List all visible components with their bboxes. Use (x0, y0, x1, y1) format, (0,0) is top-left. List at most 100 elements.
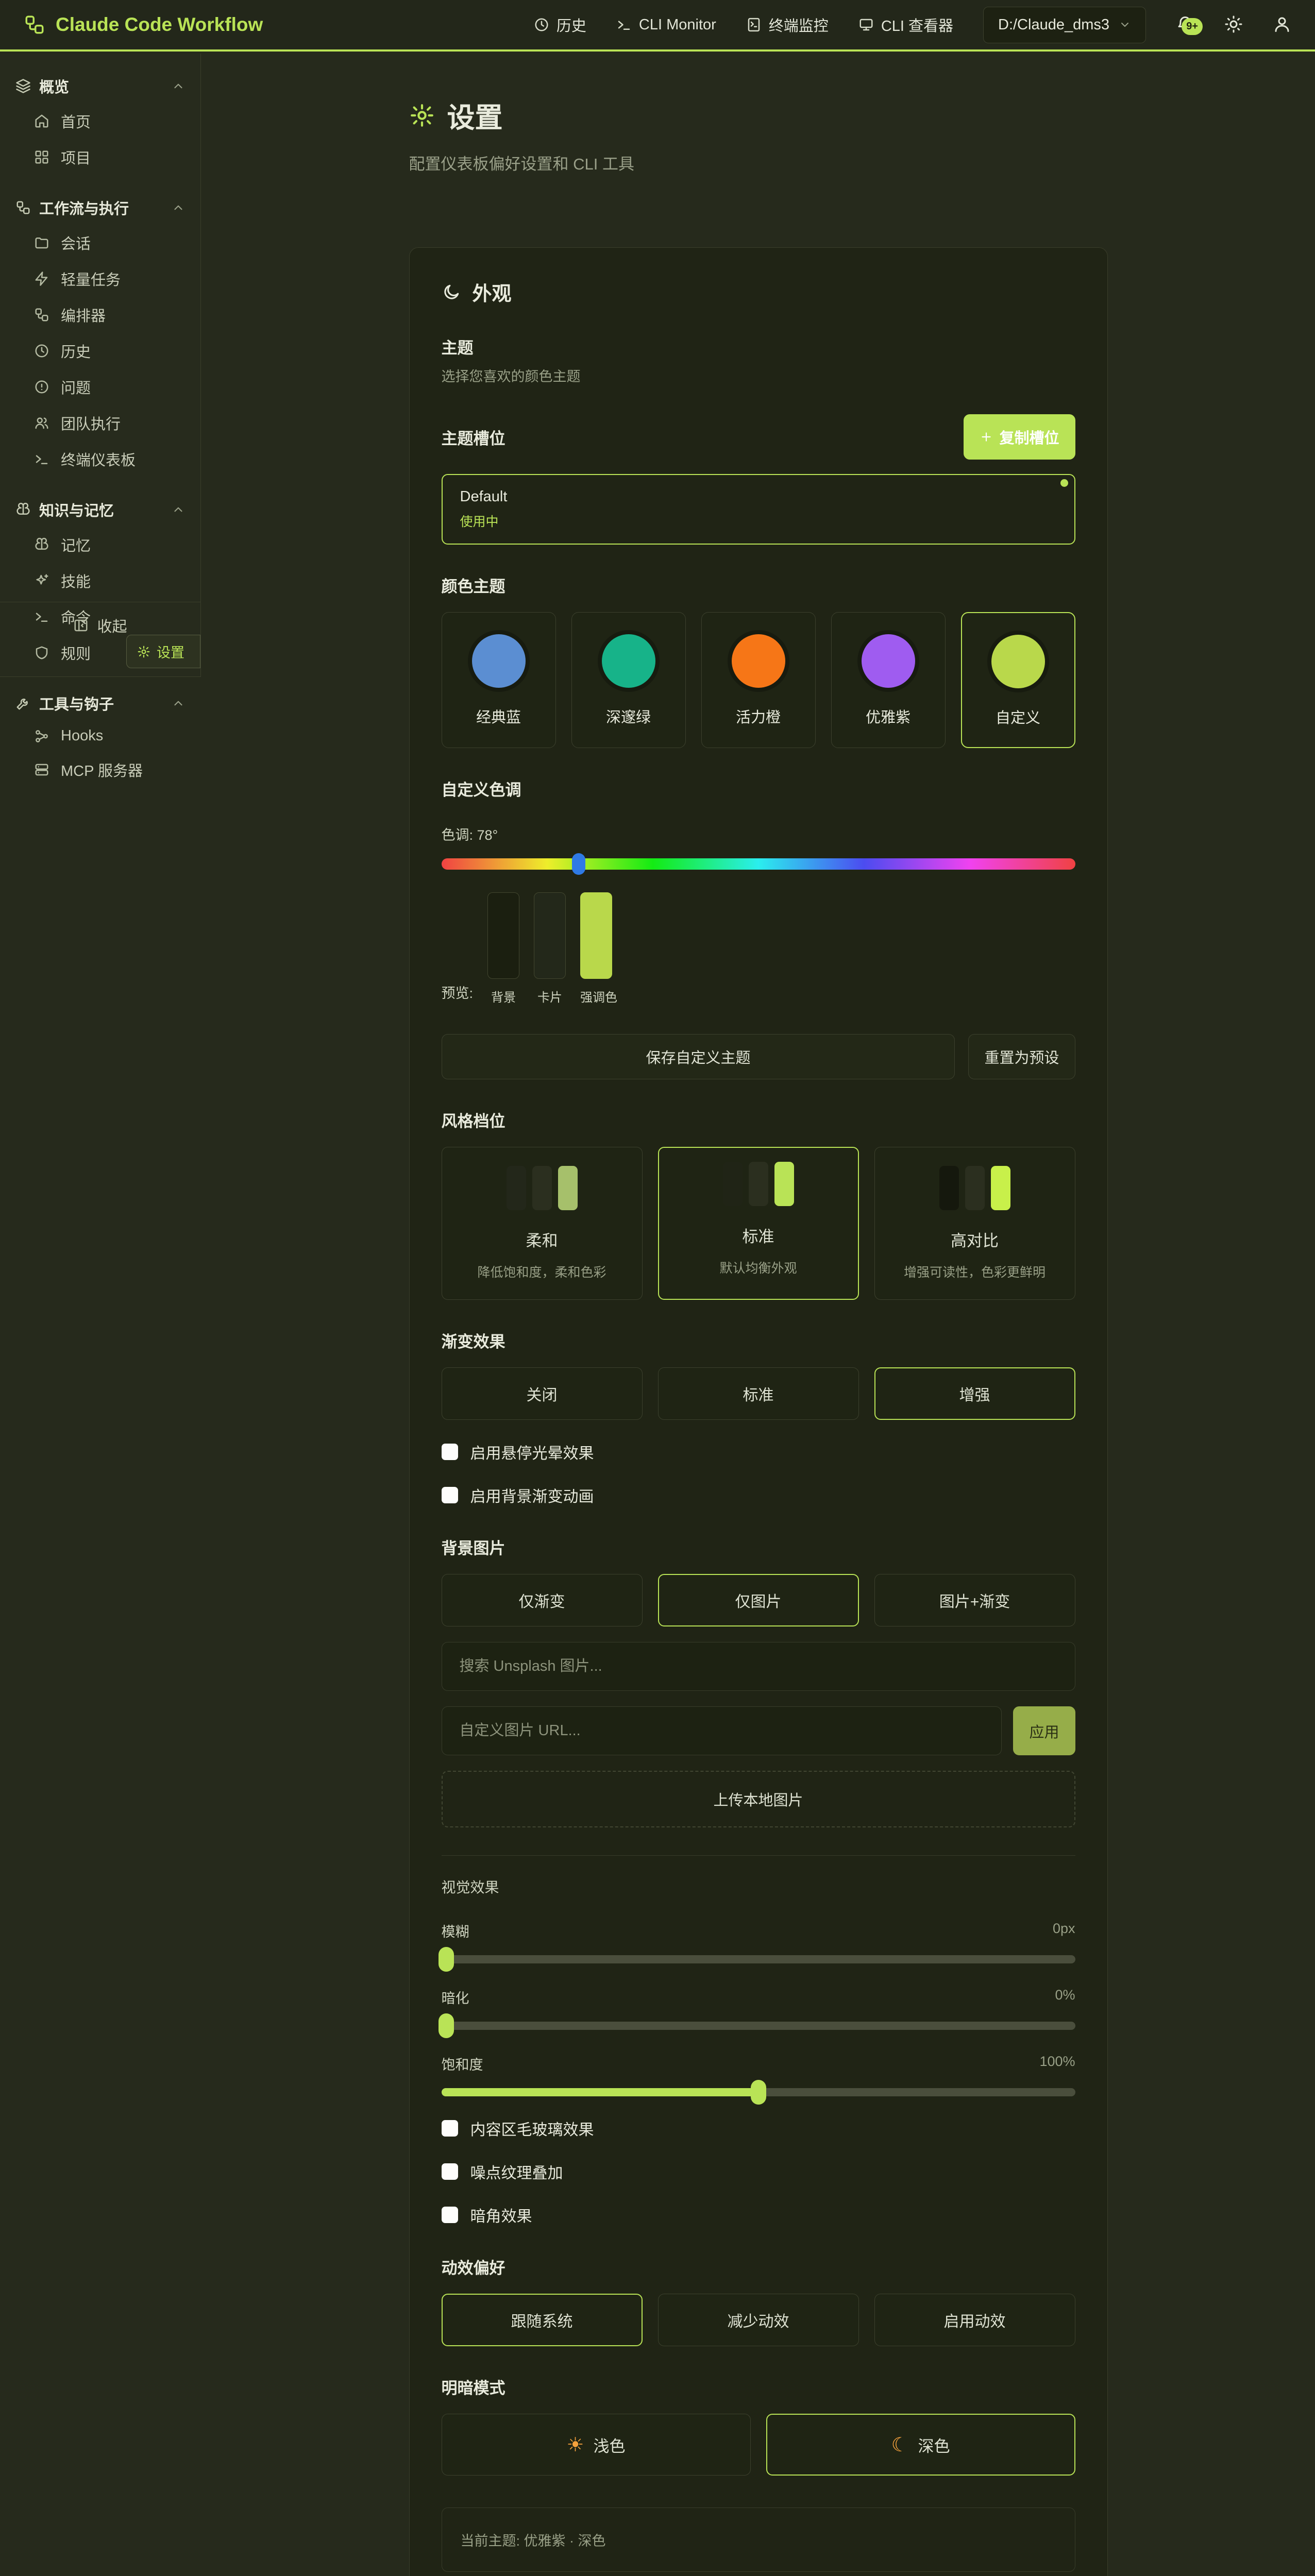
plus-icon (980, 430, 993, 444)
notification-badge: 9+ (1182, 18, 1203, 35)
saturation-slider[interactable] (442, 2088, 1075, 2096)
sidebar-item-terminal-dashboard[interactable]: 终端仪表板 (11, 441, 189, 477)
users-icon (34, 415, 49, 431)
nav-history[interactable]: 历史 (534, 14, 586, 36)
sidebar-item-orchestrator[interactable]: 编排器 (11, 297, 189, 333)
project-selector[interactable]: D:/Claude_dms3 (983, 7, 1146, 43)
palette-custom[interactable]: 自定义 (961, 612, 1075, 748)
page-title: 设置 (409, 95, 1108, 135)
sidebar-group-knowledge[interactable]: 知识与记忆 (11, 493, 189, 527)
sidebar-item-sessions[interactable]: 会话 (11, 225, 189, 261)
custom-url-input[interactable] (442, 1706, 1002, 1755)
sidebar-item-home[interactable]: 首页 (11, 103, 189, 139)
preview-swatch-bg: 背景 (487, 892, 519, 1005)
sidebar-group-tools[interactable]: 工具与钩子 (11, 686, 189, 720)
noise-texture-checkbox-row[interactable]: 噪点纹理叠加 (442, 2160, 1075, 2183)
copy-slot-button[interactable]: 复制槽位 (964, 414, 1075, 460)
sidebar-item-team-exec[interactable]: 团队执行 (11, 405, 189, 441)
blur-slider[interactable] (442, 1955, 1075, 1963)
dark-mode-option[interactable]: ☾ 深色 (766, 2414, 1075, 2476)
hue-slider[interactable] (442, 858, 1075, 870)
sidebar-item-history[interactable]: 历史 (11, 333, 189, 369)
nav-cli-viewer[interactable]: CLI 查看器 (858, 14, 953, 36)
sidebar-item-skills[interactable]: 技能 (11, 563, 189, 599)
hue-slider-thumb[interactable] (572, 853, 585, 875)
save-custom-theme-button[interactable]: 保存自定义主题 (442, 1034, 955, 1079)
bg-animation-checkbox-row[interactable]: 启用背景渐变动画 (442, 1484, 1075, 1506)
saturation-label: 饱和度 (442, 2054, 483, 2074)
darken-label: 暗化 (442, 1987, 469, 2007)
apply-url-button[interactable]: 应用 (1013, 1706, 1075, 1755)
sidebar-item-hooks[interactable]: Hooks (11, 720, 189, 752)
clock-icon (534, 17, 549, 32)
sidebar-collapse-button[interactable]: 收起 (0, 602, 200, 636)
glass-effect-checkbox-row[interactable]: 内容区毛玻璃效果 (442, 2117, 1075, 2140)
workflow-logo-icon (24, 14, 45, 36)
sidebar-item-settings-active[interactable]: 设置 (126, 635, 200, 668)
theme-slot-box[interactable]: Default 使用中 (442, 474, 1075, 545)
checkbox-unchecked[interactable] (442, 1444, 458, 1460)
bg-gradient-only-option[interactable]: 仅渐变 (442, 1574, 643, 1626)
reset-preset-button[interactable]: 重置为预设 (968, 1034, 1075, 1079)
vignette-checkbox-row[interactable]: 暗角效果 (442, 2204, 1075, 2226)
slot-resize-handle[interactable] (1060, 479, 1068, 487)
palette-classic-blue[interactable]: 经典蓝 (442, 612, 556, 748)
upload-local-image-button[interactable]: 上传本地图片 (442, 1771, 1075, 1827)
checkbox-unchecked[interactable] (442, 1487, 458, 1503)
hover-glow-checkbox-row[interactable]: 启用悬停光晕效果 (442, 1440, 1075, 1463)
gradient-standard-option[interactable]: 标准 (658, 1367, 859, 1420)
checkbox-unchecked[interactable] (442, 2207, 458, 2223)
color-swatch (991, 635, 1045, 688)
style-level-label: 风格档位 (442, 1108, 1075, 1131)
alert-circle-icon (34, 379, 49, 395)
light-mode-option[interactable]: ☀ 浅色 (442, 2414, 751, 2476)
checkbox-unchecked[interactable] (442, 2163, 458, 2180)
sidebar-item-issues[interactable]: 问题 (11, 369, 189, 405)
bg-image-label: 背景图片 (442, 1535, 1075, 1558)
sidebar-item-mcp-servers[interactable]: MCP 服务器 (11, 752, 189, 788)
zap-icon (34, 271, 49, 286)
gradient-off-option[interactable]: 关闭 (442, 1367, 643, 1420)
workflow-icon (34, 307, 49, 323)
gradient-enhanced-option[interactable]: 增强 (874, 1367, 1075, 1420)
theme-desc: 选择您喜欢的颜色主题 (442, 365, 1075, 385)
motion-follow-system-option[interactable]: 跟随系统 (442, 2294, 643, 2346)
style-soft-option[interactable]: 柔和 降低饱和度，柔和色彩 (442, 1147, 643, 1300)
sidebar-item-light-tasks[interactable]: 轻量任务 (11, 261, 189, 297)
palette-deep-green[interactable]: 深邃绿 (571, 612, 686, 748)
sidebar-group-overview[interactable]: 概览 (11, 69, 189, 103)
server-icon (34, 762, 49, 777)
unsplash-search-input[interactable] (442, 1642, 1075, 1691)
motion-reduced-option[interactable]: 减少动效 (658, 2294, 859, 2346)
workflow-icon (15, 200, 31, 215)
terminal-icon (616, 17, 632, 32)
palette-elegant-purple[interactable]: 优雅紫 (831, 612, 946, 748)
brain-icon (34, 537, 49, 552)
header-nav: 历史 CLI Monitor 终端监控 CLI 查看器 D:/Claude_dm… (534, 7, 1291, 43)
theme-toggle-button[interactable] (1224, 15, 1243, 35)
blur-slider-thumb[interactable] (439, 1947, 454, 1972)
palette-vibrant-orange[interactable]: 活力橙 (701, 612, 816, 748)
notifications-button[interactable]: 9+ (1176, 15, 1194, 35)
chevron-down-icon (1119, 19, 1131, 31)
checkbox-unchecked[interactable] (442, 2120, 458, 2137)
moon-icon (442, 282, 461, 302)
terminal-icon (34, 451, 49, 467)
sidebar-group-workflow[interactable]: 工作流与执行 (11, 191, 189, 225)
style-high-contrast-option[interactable]: 高对比 增强可读性，色彩更鲜明 (874, 1147, 1075, 1300)
sidebar-item-memory[interactable]: 记忆 (11, 527, 189, 563)
saturation-slider-thumb[interactable] (751, 2080, 766, 2105)
bg-image-gradient-option[interactable]: 图片+渐变 (874, 1574, 1075, 1626)
darken-slider-thumb[interactable] (439, 2013, 454, 2038)
bg-image-only-option[interactable]: 仅图片 (658, 1574, 859, 1626)
user-button[interactable] (1273, 15, 1291, 35)
motion-enabled-option[interactable]: 启用动效 (874, 2294, 1075, 2346)
nav-terminal-watch[interactable]: 终端监控 (746, 14, 829, 36)
panel-collapse-icon (73, 618, 89, 633)
nav-cli-monitor[interactable]: CLI Monitor (616, 16, 716, 33)
darken-slider[interactable] (442, 2022, 1075, 2030)
style-standard-option[interactable]: 标准 默认均衡外观 (658, 1147, 859, 1300)
sidebar-item-projects[interactable]: 项目 (11, 139, 189, 175)
mode-label: 明暗模式 (442, 2375, 1075, 2398)
slot-name: Default (460, 488, 1057, 505)
